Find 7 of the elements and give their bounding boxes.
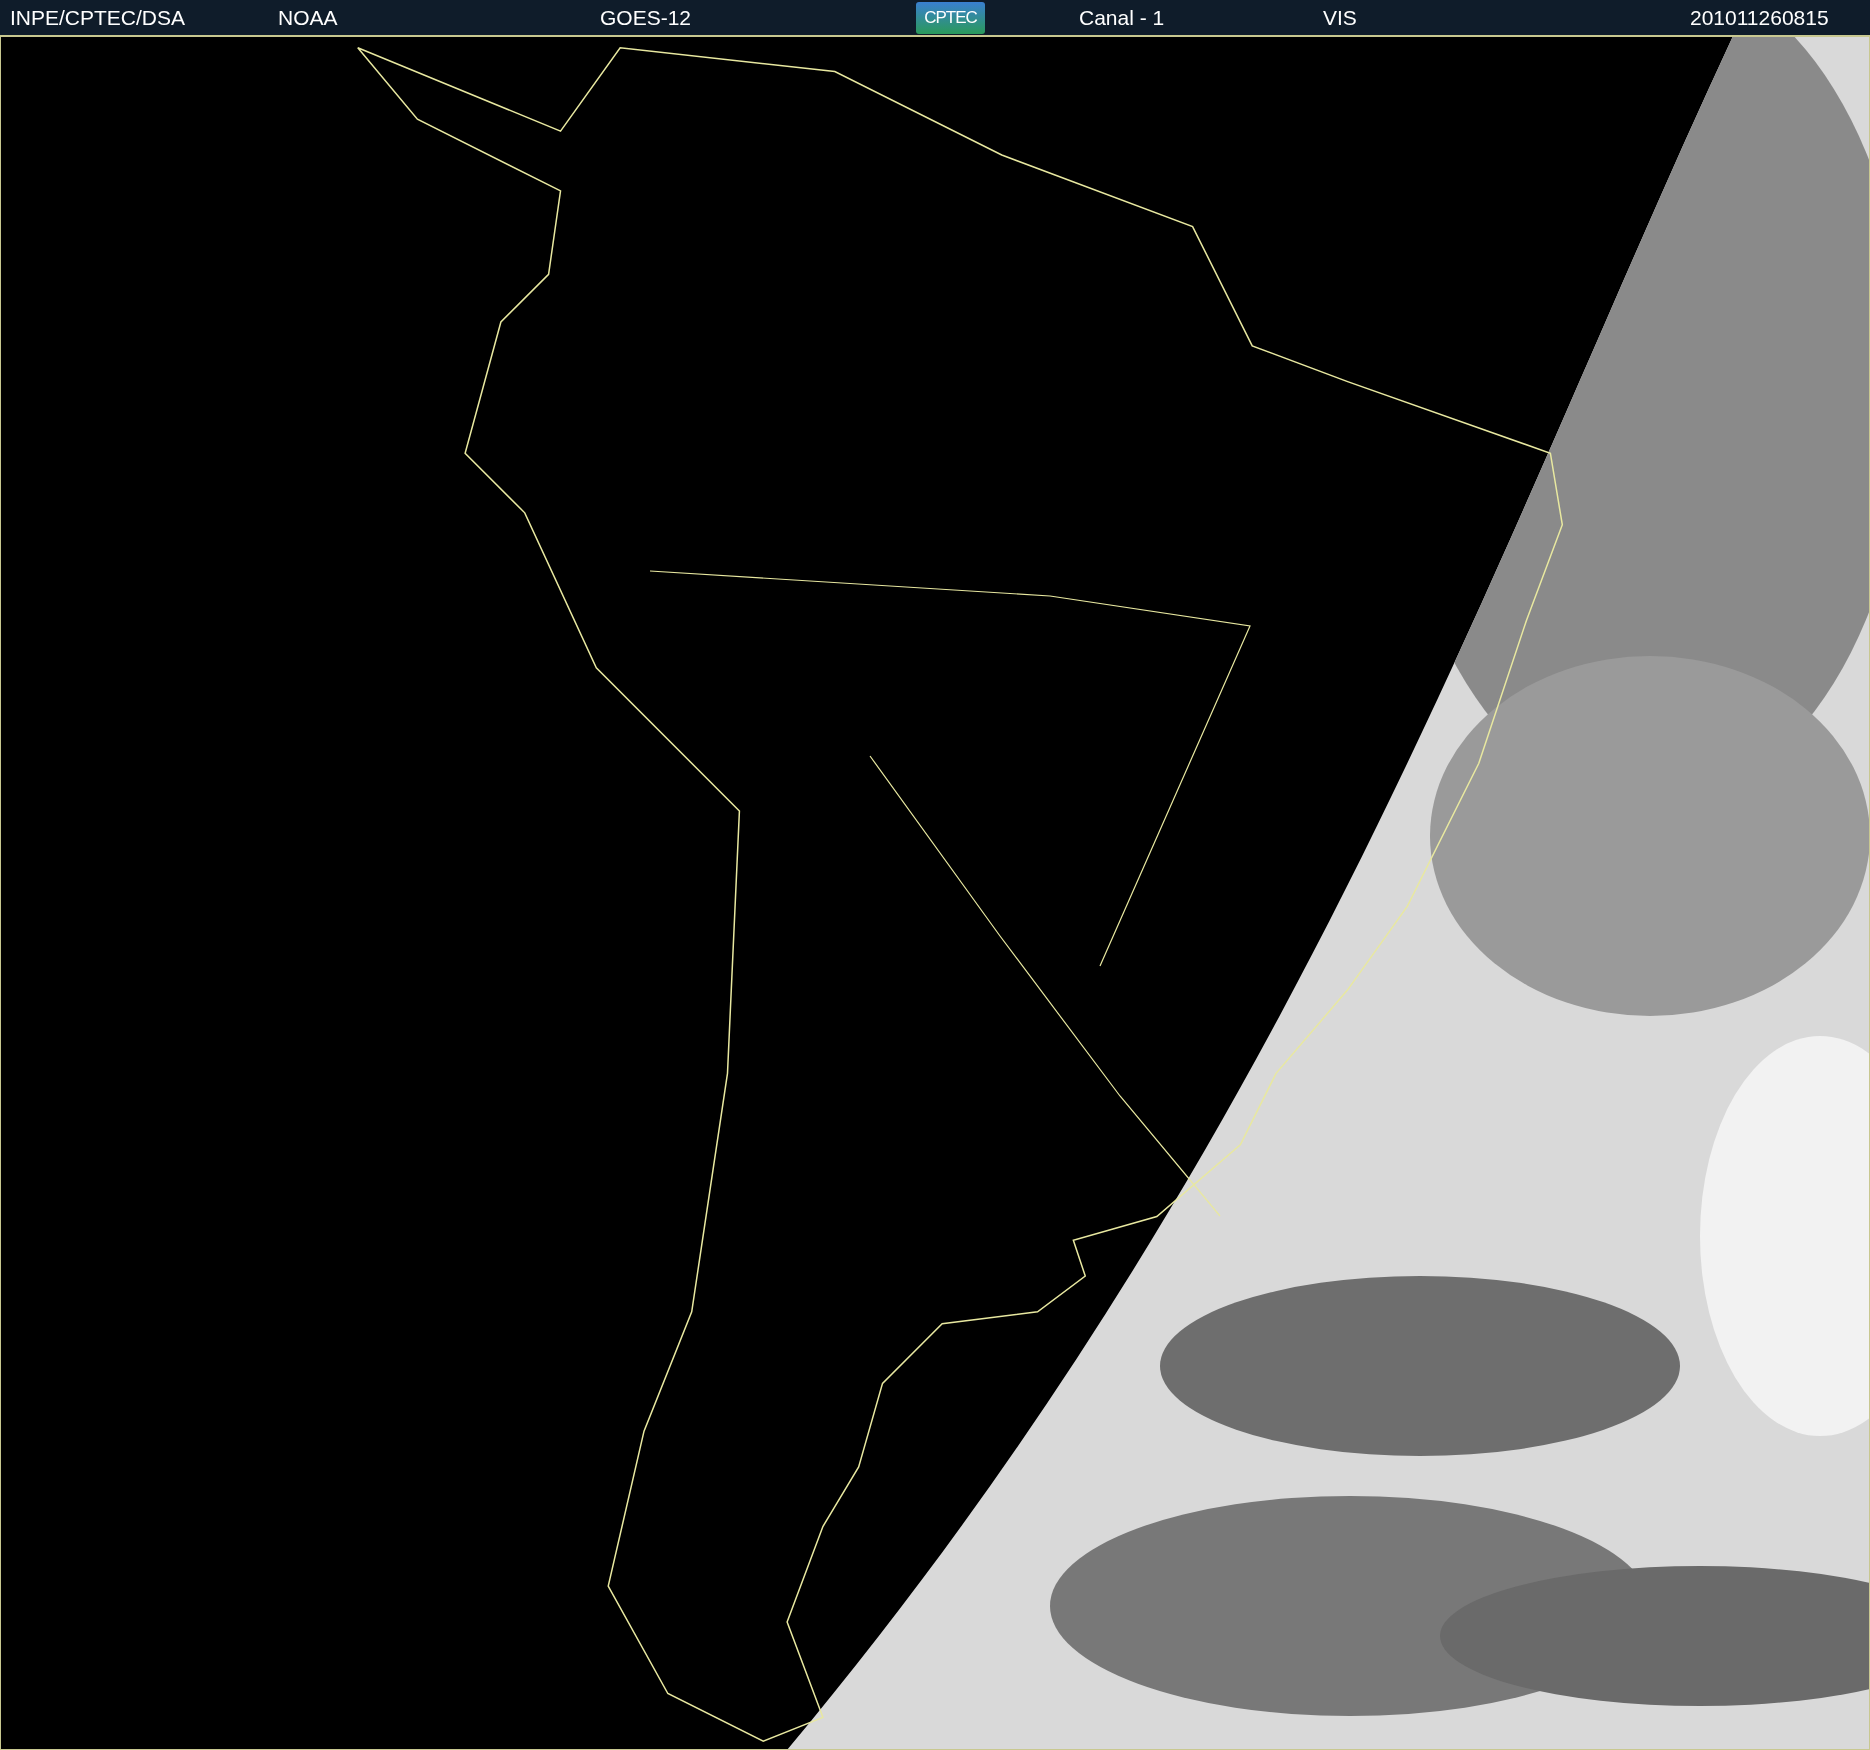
header-label: INPE/CPTEC/DSA (10, 5, 186, 30)
header-label: NOAA (278, 5, 338, 30)
header-label: GOES-12 (600, 5, 692, 30)
header-label: VIS (1323, 5, 1357, 30)
header-label: 201011260815 (1690, 5, 1829, 30)
header-label: Canal - 1 (1079, 5, 1165, 30)
logo: CPTEC (916, 1, 985, 34)
